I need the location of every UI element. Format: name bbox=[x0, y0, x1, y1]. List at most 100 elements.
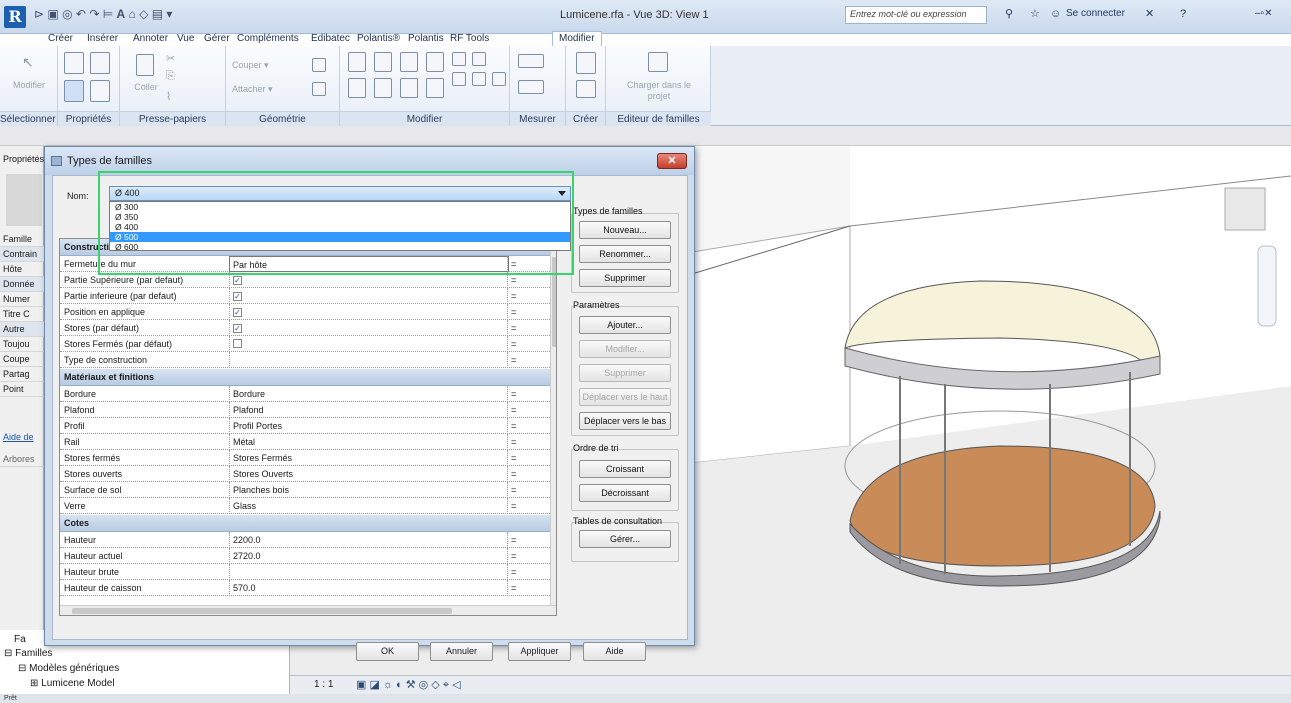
view-control-icons[interactable]: ▣ ◪ ☼ ◐ ⚒ ◎ ◇ ⌖ ◁ bbox=[356, 678, 461, 692]
tab-annoter[interactable]: Annoter bbox=[133, 32, 168, 46]
dialog-close-button[interactable]: ✕ bbox=[657, 153, 687, 169]
3d-view-icon[interactable]: ⌂ bbox=[129, 7, 136, 21]
attacher-button[interactable]: Attacher ▾ bbox=[232, 84, 273, 95]
copy-icon[interactable]: ⎘ bbox=[166, 70, 175, 83]
ok-button[interactable]: OK bbox=[356, 642, 419, 661]
table-row[interactable]: Stores Fermés (par défaut) = bbox=[60, 336, 550, 352]
table-row[interactable]: Verre Glass = bbox=[60, 498, 550, 514]
couper-button[interactable]: Couper ▾ bbox=[232, 60, 269, 71]
tab-complements[interactable]: Compléments bbox=[237, 32, 299, 46]
table-row[interactable]: Stores ouverts Stores Ouverts = bbox=[60, 466, 550, 482]
formula-cell[interactable]: = bbox=[507, 580, 550, 596]
section-icon[interactable]: ◇ bbox=[139, 7, 148, 21]
scale-icon[interactable] bbox=[452, 72, 466, 86]
formula-cell[interactable]: = bbox=[507, 450, 550, 466]
array-icon[interactable] bbox=[472, 52, 486, 66]
cut-icon[interactable]: ✂ bbox=[166, 52, 175, 65]
move-icon[interactable] bbox=[348, 78, 366, 98]
match-icon[interactable]: ⌇ bbox=[166, 90, 171, 103]
mirror-draw-icon[interactable] bbox=[426, 52, 444, 72]
formula-cell[interactable]: = bbox=[507, 564, 550, 580]
pin-icon[interactable] bbox=[472, 72, 486, 86]
formula-cell[interactable]: = bbox=[507, 418, 550, 434]
quick-access-toolbar[interactable]: ⊳ ▣ ◎ ↶ ↷ ⊨ A ⌂ ◇ ▤ ▾ bbox=[34, 6, 172, 22]
browser-lumicene-model[interactable]: ⊞ Lumicene Model bbox=[30, 678, 115, 689]
paste-icon[interactable] bbox=[136, 54, 154, 76]
tab-edibatec[interactable]: Edibatec bbox=[311, 32, 350, 46]
supprimer-type-button[interactable]: Supprimer bbox=[579, 269, 671, 287]
pp-hote[interactable]: Hôte bbox=[0, 262, 44, 277]
group-label-selectionner[interactable]: Sélectionner ▾ bbox=[0, 111, 63, 126]
formula-cell[interactable]: = bbox=[507, 288, 550, 304]
nouveau-button[interactable]: Nouveau... bbox=[579, 221, 671, 239]
appliquer-button[interactable]: Appliquer bbox=[508, 642, 571, 661]
formula-cell[interactable]: = bbox=[507, 498, 550, 514]
formula-cell[interactable]: = bbox=[507, 320, 550, 336]
trim-icon[interactable] bbox=[426, 78, 444, 98]
tab-polantis[interactable]: Polantis bbox=[408, 32, 444, 46]
formula-cell[interactable]: = bbox=[507, 548, 550, 564]
split-icon[interactable] bbox=[452, 52, 466, 66]
pp-titre[interactable]: Titre C bbox=[0, 307, 44, 322]
tab-creer[interactable]: Créer bbox=[48, 32, 73, 46]
param-value[interactable]: Bordure bbox=[229, 386, 509, 402]
table-row[interactable]: Profil Profil Portes = bbox=[60, 418, 550, 434]
dropdown-icon[interactable]: ▾ bbox=[166, 7, 172, 21]
param-value[interactable]: 2200.0 bbox=[229, 532, 509, 548]
table-row[interactable]: Hauteur brute = bbox=[60, 564, 550, 580]
param-value[interactable]: Métal bbox=[229, 434, 509, 450]
tab-inserer[interactable]: Insérer bbox=[87, 32, 118, 46]
pp-point[interactable]: Point bbox=[0, 382, 44, 397]
text-icon[interactable]: A bbox=[117, 7, 126, 21]
exchange-icon[interactable]: ✕ bbox=[1145, 6, 1154, 22]
table-row[interactable]: Hauteur de caisson 570.0 = bbox=[60, 580, 550, 596]
table-row[interactable]: Bordure Bordure = bbox=[60, 386, 550, 402]
section-materiaux[interactable]: Matériaux et finitions bbox=[60, 369, 550, 386]
tab-polantis-r[interactable]: Polantis® bbox=[357, 32, 400, 46]
window-controls[interactable]: –▫✕ bbox=[1255, 6, 1273, 22]
param-value[interactable]: Planches bois bbox=[229, 482, 509, 498]
load-into-project-icon[interactable] bbox=[648, 52, 668, 72]
table-row[interactable]: Rail Métal = bbox=[60, 434, 550, 450]
family-category-icon[interactable] bbox=[90, 80, 110, 102]
grid-vertical-scrollbar[interactable] bbox=[550, 239, 556, 605]
gerer-button[interactable]: Gérer... bbox=[579, 530, 671, 548]
star-icon[interactable]: ☆ bbox=[1030, 6, 1040, 22]
table-row[interactable]: Hauteur actuel 2720.0 = bbox=[60, 548, 550, 564]
modifier-button[interactable]: Modifier... bbox=[579, 340, 671, 358]
tab-vue[interactable]: Vue bbox=[177, 32, 194, 46]
checkbox-checked[interactable]: ✓ bbox=[233, 292, 242, 301]
checkbox-unchecked[interactable] bbox=[233, 339, 242, 348]
renommer-button[interactable]: Renommer... bbox=[579, 245, 671, 263]
table-row[interactable]: Surface de sol Planches bois = bbox=[60, 482, 550, 498]
navigation-bar[interactable] bbox=[1257, 245, 1277, 327]
align-icon[interactable] bbox=[348, 52, 366, 72]
param-value[interactable]: Stores Ouverts bbox=[229, 466, 509, 482]
param-value[interactable]: Glass bbox=[229, 498, 509, 514]
param-value[interactable]: Profil Portes bbox=[229, 418, 509, 434]
croissant-button[interactable]: Croissant bbox=[579, 460, 671, 478]
create-similar-icon[interactable] bbox=[576, 80, 596, 98]
param-value[interactable]: Plafond bbox=[229, 402, 509, 418]
param-value[interactable] bbox=[229, 352, 509, 368]
delete-icon[interactable] bbox=[492, 72, 506, 86]
offset-icon[interactable] bbox=[374, 52, 392, 72]
cursor-icon[interactable]: ↖ bbox=[22, 54, 36, 70]
properties-help-link[interactable]: Aide de bbox=[0, 430, 44, 445]
search-input[interactable]: Entrez mot-clé ou expression bbox=[845, 6, 987, 24]
pp-famille[interactable]: Famille bbox=[0, 232, 44, 247]
checkbox-checked[interactable]: ✓ bbox=[233, 308, 242, 317]
browser-familles[interactable]: ⊟ Familles bbox=[4, 648, 52, 659]
move-up-button[interactable]: Déplacer vers le haut bbox=[579, 388, 671, 406]
tab-rf-tools[interactable]: RF Tools bbox=[450, 32, 489, 46]
pp-donnee[interactable]: Donnée bbox=[0, 277, 44, 292]
unjoin-icon[interactable] bbox=[312, 82, 326, 96]
hscroll-thumb[interactable] bbox=[72, 608, 452, 614]
scale-label[interactable]: 1 : 1 bbox=[314, 679, 333, 690]
formula-cell[interactable]: = bbox=[507, 352, 550, 368]
properties-icon[interactable] bbox=[90, 52, 110, 74]
help-icon[interactable]: ? bbox=[1180, 6, 1186, 22]
pp-coupe[interactable]: Coupe bbox=[0, 352, 44, 367]
section-cotes[interactable]: Cotes bbox=[60, 515, 550, 532]
grid-horizontal-scrollbar[interactable] bbox=[60, 605, 556, 615]
